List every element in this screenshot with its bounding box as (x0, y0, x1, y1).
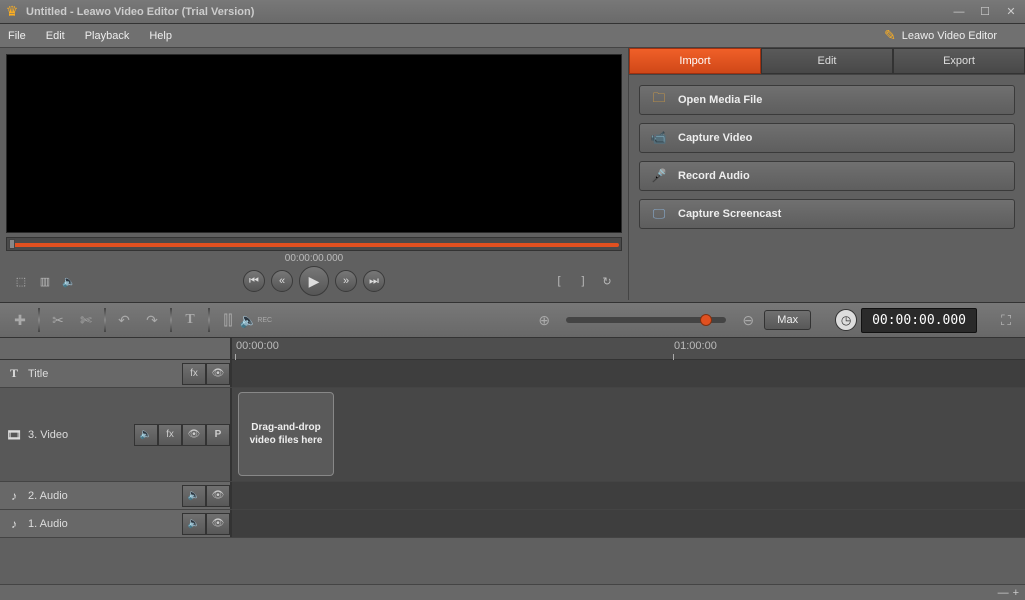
volume-icon[interactable]: 🔈 (60, 272, 78, 290)
undo-button[interactable]: ↶ (112, 308, 136, 332)
track-video-label: 3. Video (28, 429, 68, 441)
track-title-label: Title (28, 368, 48, 380)
mark-in-icon[interactable]: ⬚ (12, 272, 30, 290)
timeline: 00:00:00 01:00:00 T Title fx 👁 🎞 3. Video … (0, 338, 1025, 600)
capture-screencast-label: Capture Screencast (678, 208, 781, 220)
open-media-label: Open Media File (678, 94, 762, 106)
capture-video-button[interactable]: 📹 Capture Video (639, 123, 1015, 153)
zoom-slider[interactable] (566, 317, 726, 323)
track-title: T Title fx 👁 (0, 360, 1025, 388)
capture-screencast-button[interactable]: 🖵 Capture Screencast (639, 199, 1015, 229)
fx-button[interactable]: fx (182, 363, 206, 385)
visibility-button[interactable]: 👁 (206, 363, 230, 385)
zoom-thumb[interactable] (700, 314, 712, 326)
split-button[interactable]: ✄ (74, 308, 98, 332)
seek-thumb[interactable] (9, 239, 15, 249)
mute-button[interactable]: 🔈 (182, 485, 206, 507)
preview-panel: 00:00:00.000 ⬚ ▥ 🔈 ⏮ « ▶ » ⏭ [ ] ↻ (0, 48, 628, 302)
skip-back-button[interactable]: ⏮ (243, 270, 265, 292)
menu-playback[interactable]: Playback (85, 30, 130, 42)
folder-icon: 🗀 (650, 91, 668, 109)
menubar: File Edit Playback Help ✎ Leawo Video Ed… (0, 24, 1025, 48)
time-display: 00:00:00.000 (861, 308, 977, 333)
track-audio-1: ♪ 1. Audio 🔈 👁 (0, 510, 1025, 538)
track-audio1-label: 1. Audio (28, 518, 68, 530)
add-track-footer-button[interactable]: + (1013, 587, 1019, 599)
menu-edit[interactable]: Edit (46, 30, 65, 42)
brand-text: Leawo Video Editor (902, 30, 997, 42)
ruler-tick: 01:00:00 (674, 340, 717, 352)
record-audio-button[interactable]: 🎤 Record Audio (639, 161, 1015, 191)
record-voiceover-button[interactable]: 🔈REC (244, 308, 268, 332)
bracket-in-icon[interactable]: [ (550, 272, 568, 290)
open-media-button[interactable]: 🗀 Open Media File (639, 85, 1015, 115)
maximize-button[interactable]: ☐ (975, 4, 995, 20)
tab-export[interactable]: Export (893, 48, 1025, 74)
timeline-ruler[interactable]: 00:00:00 01:00:00 (0, 338, 1025, 360)
mark-out-icon[interactable]: ▥ (36, 272, 54, 290)
minimize-button[interactable]: — (949, 4, 969, 20)
track-video: 🎞 3. Video 🔈 fx 👁 P Drag-and-drop video f… (0, 388, 1025, 482)
note-icon: ♪ (6, 489, 22, 503)
track-audio2-label: 2. Audio (28, 490, 68, 502)
dropzone[interactable]: Drag-and-drop video files here (238, 392, 334, 476)
app-logo-icon: ♛ (4, 4, 20, 20)
timeline-footer: — + (0, 584, 1025, 600)
track-audio-2: ♪ 2. Audio 🔈 👁 (0, 482, 1025, 510)
fullscreen-button[interactable]: ⛶ (995, 309, 1017, 331)
brand-icon: ✎ (884, 27, 896, 44)
play-button[interactable]: ▶ (299, 266, 329, 296)
microphone-icon: 🎤 (650, 167, 668, 185)
collapse-button[interactable]: — (998, 587, 1009, 599)
right-panel: Import Edit Export 🗀 Open Media File 📹 C… (629, 48, 1025, 302)
window-title: Untitled - Leawo Video Editor (Trial Ver… (26, 6, 949, 18)
screen-icon: 🖵 (650, 205, 668, 223)
visibility-button[interactable]: 👁 (206, 513, 230, 535)
add-track-button[interactable]: ✚ (8, 308, 32, 332)
ruler-tick: 00:00:00 (236, 340, 279, 352)
mute-button[interactable]: 🔈 (182, 513, 206, 535)
clock-icon[interactable]: ◷ (835, 309, 857, 331)
redo-button[interactable]: ↷ (140, 308, 164, 332)
titlebar: ♛ Untitled - Leawo Video Editor (Trial V… (0, 0, 1025, 24)
equalizer-button[interactable]: ⫿⫿ (216, 308, 240, 332)
preview-video (6, 54, 622, 233)
bracket-out-icon[interactable]: ] (574, 272, 592, 290)
capture-video-label: Capture Video (678, 132, 752, 144)
film-icon: 🎞 (6, 428, 22, 442)
brand-label: ✎ Leawo Video Editor (884, 27, 997, 44)
note-icon: ♪ (6, 517, 22, 531)
step-back-button[interactable]: « (271, 270, 293, 292)
step-forward-button[interactable]: » (335, 270, 357, 292)
visibility-button[interactable]: 👁 (182, 424, 206, 446)
menu-help[interactable]: Help (149, 30, 172, 42)
cut-button[interactable]: ✂ (46, 308, 70, 332)
zoom-max-button[interactable]: Max (764, 310, 811, 330)
preview-timecode: 00:00:00.000 (6, 251, 622, 266)
seek-bar[interactable] (6, 237, 622, 251)
tab-import[interactable]: Import (629, 48, 761, 74)
timeline-toolbar: ✚ ✂ ✄ ↶ ↷ T ⫿⫿ 🔈REC ⊕ ⊖ Max ◷ 00:00:00.0… (0, 302, 1025, 338)
visibility-button[interactable]: 👁 (206, 485, 230, 507)
skip-forward-button[interactable]: ⏭ (363, 270, 385, 292)
camera-icon: 📹 (650, 129, 668, 147)
title-icon: T (6, 366, 22, 381)
close-button[interactable]: ✕ (1001, 4, 1021, 20)
fx-button[interactable]: fx (158, 424, 182, 446)
loop-icon[interactable]: ↻ (598, 272, 616, 290)
text-button[interactable]: T (178, 308, 202, 332)
mute-button[interactable]: 🔈 (134, 424, 158, 446)
properties-button[interactable]: P (206, 424, 230, 446)
menu-file[interactable]: File (8, 30, 26, 42)
zoom-in-button[interactable]: ⊕ (532, 308, 556, 332)
record-audio-label: Record Audio (678, 170, 750, 182)
zoom-out-button[interactable]: ⊖ (736, 308, 760, 332)
tab-edit[interactable]: Edit (761, 48, 893, 74)
